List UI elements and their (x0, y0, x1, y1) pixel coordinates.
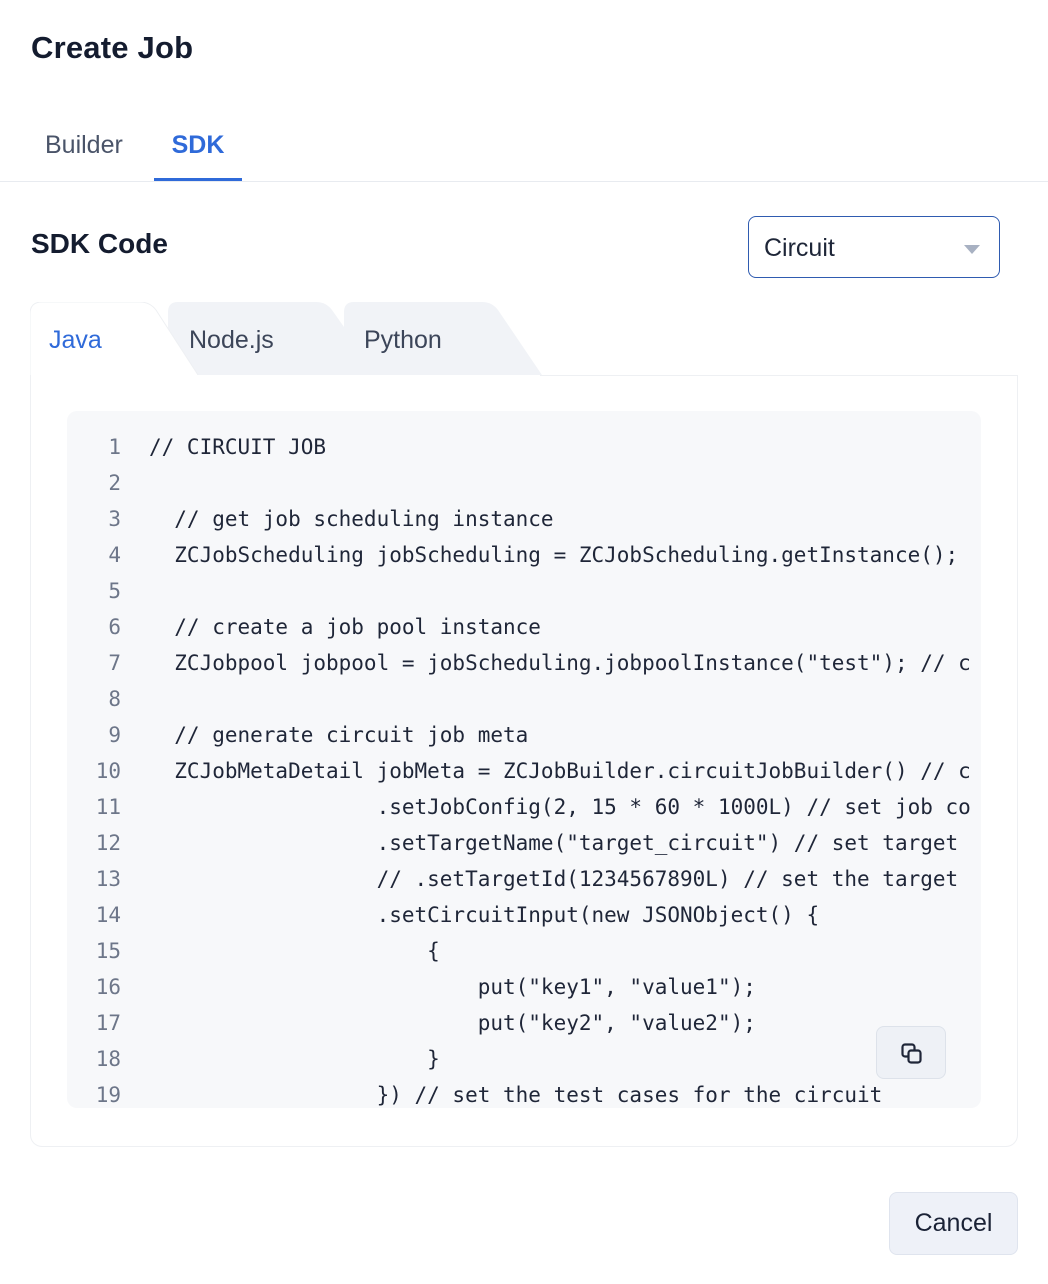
code-line: 4 ZCJobScheduling jobScheduling = ZCJobS… (67, 537, 981, 573)
code-line: 12 .setTargetName("target_circuit") // s… (67, 825, 981, 861)
line-number: 2 (108, 471, 121, 495)
line-number: 11 (95, 795, 121, 819)
tab-nodejs-label: Node.js (189, 326, 274, 354)
tab-java[interactable]: Java (30, 302, 200, 378)
code-line: 8 (67, 681, 981, 717)
line-text: // .setTargetId(1234567890L) // set the … (149, 867, 959, 891)
line-number: 5 (108, 579, 121, 603)
code-line: 15 { (67, 933, 981, 969)
code-line: 17 put("key2", "value2"); (67, 1005, 981, 1041)
code-line: 16 put("key1", "value1"); (67, 969, 981, 1005)
code-line: 18 } (67, 1041, 981, 1077)
code-line: 3 // get job scheduling instance (67, 501, 981, 537)
language-tabs: Python Node.js Java (30, 302, 590, 378)
line-text: ZCJobpool jobpool = jobScheduling.jobpoo… (149, 651, 971, 675)
line-text: put("key1", "value1"); (149, 975, 756, 999)
line-number: 6 (108, 615, 121, 639)
code-line: 19 }) // set the test cases for the circ… (67, 1077, 981, 1108)
tab-nodejs[interactable]: Node.js (168, 302, 388, 378)
line-text: // CIRCUIT JOB (149, 435, 327, 459)
code-line: 1 // CIRCUIT JOB (67, 429, 981, 465)
code-line: 11 .setJobConfig(2, 15 * 60 * 1000L) // … (67, 789, 981, 825)
line-number: 10 (95, 759, 121, 783)
line-text: ZCJobScheduling jobScheduling = ZCJobSch… (149, 543, 959, 567)
line-number: 3 (108, 507, 121, 531)
line-text: } (149, 1047, 440, 1071)
code-panel-top-border (540, 375, 1018, 376)
line-number: 9 (108, 723, 121, 747)
line-number: 19 (95, 1083, 121, 1107)
copy-icon (901, 1043, 922, 1064)
line-text: { (149, 939, 440, 963)
sdk-code-heading: SDK Code (31, 228, 168, 259)
tab-sdk[interactable]: SDK (154, 110, 242, 181)
line-text: put("key2", "value2"); (149, 1011, 756, 1035)
line-text: }) // set the test cases for the circuit (149, 1083, 883, 1107)
copy-button[interactable] (876, 1026, 946, 1079)
page-title: Create Job (31, 30, 194, 65)
line-text: .setJobConfig(2, 15 * 60 * 1000L) // set… (149, 795, 971, 819)
line-number: 8 (108, 687, 121, 711)
caret-down-icon (964, 245, 980, 254)
line-text: .setTargetName("target_circuit") // set … (149, 831, 959, 855)
top-tabs: Builder SDK (0, 110, 1048, 182)
line-number: 1 (108, 435, 121, 459)
line-number: 14 (95, 903, 121, 927)
line-number: 12 (95, 831, 121, 855)
code-line: 9 // generate circuit job meta (67, 717, 981, 753)
code-block[interactable]: 1 // CIRCUIT JOB 2 3 // get job scheduling … (67, 411, 981, 1108)
code-line: 13 // .setTargetId(1234567890L) // set t… (67, 861, 981, 897)
line-number: 7 (108, 651, 121, 675)
line-text: // generate circuit job meta (149, 723, 529, 747)
line-number: 15 (95, 939, 121, 963)
job-type-select-value: Circuit (764, 234, 835, 262)
line-text: ZCJobMetaDetail jobMeta = ZCJobBuilder.c… (149, 759, 971, 783)
code-line: 5 (67, 573, 981, 609)
tab-java-label: Java (49, 326, 102, 354)
line-text: // get job scheduling instance (149, 507, 554, 531)
line-number: 13 (95, 867, 121, 891)
line-text: // create a job pool instance (149, 615, 541, 639)
code-line: 2 (67, 465, 981, 501)
line-number: 17 (95, 1011, 121, 1035)
job-type-select[interactable]: Circuit (748, 216, 1000, 278)
line-number: 16 (95, 975, 121, 999)
code-line: 7 ZCJobpool jobpool = jobScheduling.jobp… (67, 645, 981, 681)
code-line: 10 ZCJobMetaDetail jobMeta = ZCJobBuilde… (67, 753, 981, 789)
tab-builder[interactable]: Builder (45, 110, 123, 181)
line-number: 4 (108, 543, 121, 567)
code-line: 14 .setCircuitInput(new JSONObject() { (67, 897, 981, 933)
line-text: .setCircuitInput(new JSONObject() { (149, 903, 820, 927)
cancel-button[interactable]: Cancel (889, 1192, 1018, 1255)
line-number: 18 (95, 1047, 121, 1071)
code-line: 6 // create a job pool instance (67, 609, 981, 645)
